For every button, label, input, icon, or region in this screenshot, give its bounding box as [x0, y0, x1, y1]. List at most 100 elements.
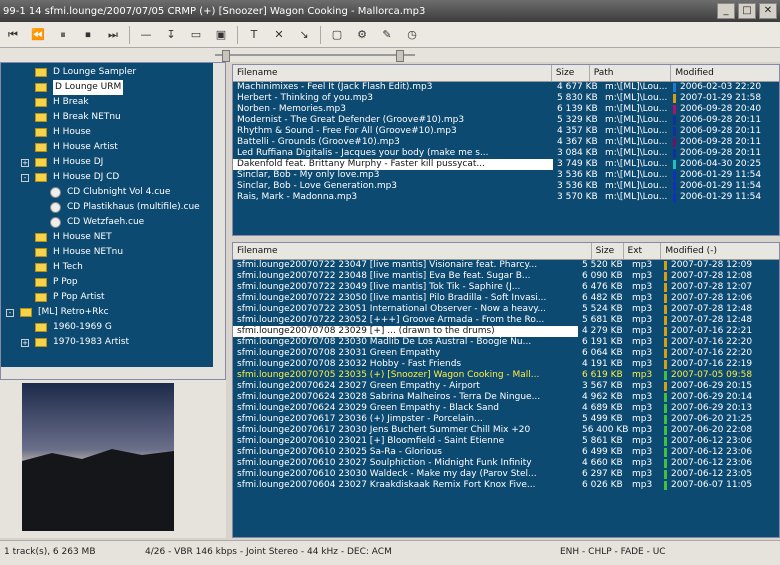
tree-item[interactable]: - H House DJ CD [1, 170, 225, 185]
frame-icon[interactable]: ▢ [328, 26, 346, 44]
tree-item[interactable]: H Break NETnu [1, 110, 225, 125]
tree-item[interactable]: H House [1, 125, 225, 140]
table-row[interactable]: Sinclar, Bob - Love Generation.mp3 3 536 … [233, 181, 779, 192]
table-row[interactable]: Norben - Memories.mp3 6 139 KB m:\[ML]\Lou… [233, 104, 779, 115]
table-row[interactable]: sfmi.lounge20070722 23048 [live mantis] … [233, 271, 779, 282]
table-row[interactable]: sfmi.lounge20070705 23035 (+) [Snoozer] … [233, 370, 779, 381]
table-row[interactable]: Rais, Mark - Madonna.mp3 3 570 KB m:\[ML]\… [233, 192, 779, 203]
size-cell: 5 524 KB [582, 304, 623, 314]
tools-icon[interactable]: ✎ [378, 26, 396, 44]
column-header-modified[interactable]: Modified (-) [661, 243, 779, 259]
column-header-ext[interactable]: Ext [624, 243, 662, 259]
column-header-size[interactable]: Size [592, 243, 624, 259]
tree-item[interactable]: +1970-1983 Artist [1, 335, 225, 350]
tree-item[interactable]: 1960-1969 G [1, 320, 225, 335]
ext-cell: mp3 [632, 447, 653, 457]
maximize-button[interactable]: □ [738, 3, 756, 19]
seek-thumb[interactable] [222, 50, 230, 62]
rewind-icon[interactable]: ⏪ [29, 26, 47, 44]
collapse-icon[interactable]: - [6, 308, 14, 317]
filter-icon[interactable]: ↧ [162, 26, 180, 44]
size-cell: 3 749 KB [557, 159, 598, 169]
text-icon[interactable]: T [245, 26, 263, 44]
column-header-size[interactable]: Size [552, 65, 590, 81]
table-row[interactable]: Rhythm & Sound - Free For All (Groove#10… [233, 126, 779, 137]
table-row[interactable]: sfmi.lounge20070708 23031 Green Empathy 6… [233, 348, 779, 359]
table-row[interactable]: Machinimixes - Feel It (Jack Flash Edit)… [233, 82, 779, 93]
table-row[interactable]: sfmi.lounge20070624 23029 Green Empathy … [233, 403, 779, 414]
expand-icon[interactable]: + [21, 338, 29, 347]
tree-item[interactable]: D Lounge URM [1, 80, 225, 95]
table-row[interactable]: sfmi.lounge20070722 23050 [live mantis] … [233, 293, 779, 304]
tree-item[interactable]: P Pop [1, 275, 225, 290]
volume-thumb[interactable] [396, 50, 404, 62]
table-row[interactable]: Sinclar, Bob - My only love.mp3 3 536 KB m… [233, 170, 779, 181]
table-row[interactable]: sfmi.lounge20070617 23036 (+) Jimpster -… [233, 414, 779, 425]
tree-item[interactable]: P Pop Artist [1, 290, 225, 305]
tree-vertical-scrollbar[interactable] [213, 63, 225, 379]
tree-item[interactable]: CD Plastikhaus (multifile).cue [1, 200, 225, 215]
size-cell: 6 482 KB [582, 293, 623, 303]
tree-item[interactable]: H House Artist [1, 140, 225, 155]
prev-track-icon[interactable]: ⏮ [4, 26, 22, 44]
table-row[interactable]: sfmi.lounge20070624 23027 Green Empathy … [233, 381, 779, 392]
tree-item[interactable]: CD Wetzfaeh.cue [1, 215, 225, 230]
table-row[interactable]: sfmi.lounge20070624 23028 Sabrina Malhei… [233, 392, 779, 403]
sort-icon[interactable]: ↘ [295, 26, 313, 44]
table-row[interactable]: sfmi.lounge20070722 23047 [live mantis] … [233, 260, 779, 271]
screen-icon[interactable]: ▣ [212, 26, 230, 44]
next-track-icon[interactable]: ⏭ [104, 26, 122, 44]
table-row[interactable]: sfmi.lounge20070722 23049 [live mantis] … [233, 282, 779, 293]
table-row[interactable]: sfmi.lounge20070610 23021 [+] Bloomfield… [233, 436, 779, 447]
filename-cell: Norben - Memories.mp3 [237, 104, 346, 114]
dash-icon[interactable]: — [137, 26, 155, 44]
table-row[interactable]: Herbert - Thinking of you.mp3 5 830 KB m:\… [233, 93, 779, 104]
table-row[interactable]: sfmi.lounge20070617 23030 Jens Buchert S… [233, 425, 779, 436]
ext-cell: mp3 [632, 326, 653, 336]
table-row[interactable]: sfmi.lounge20070708 23029 [+] ... (drawn… [233, 326, 779, 337]
table-row[interactable]: sfmi.lounge20070610 23030 Waldeck - Make… [233, 469, 779, 480]
filename-cell: sfmi.lounge20070708 23032 Hobby - Fast F… [237, 359, 462, 369]
ext-cell: mp3 [632, 304, 653, 314]
close-window-button[interactable]: ✕ [759, 3, 777, 19]
table-row[interactable]: sfmi.lounge20070604 23027 Kraakdiskaak R… [233, 480, 779, 491]
table-row[interactable]: sfmi.lounge20070722 23051 International … [233, 304, 779, 315]
table-row[interactable]: sfmi.lounge20070610 23027 Soulphiction -… [233, 458, 779, 469]
table-row[interactable]: Dakenfold feat. Brittany Murphy - Faster… [233, 159, 779, 170]
gear-icon[interactable]: ⚙ [353, 26, 371, 44]
folder-icon [35, 233, 47, 242]
collapse-icon[interactable]: - [21, 173, 29, 182]
clock-icon[interactable]: ◷ [403, 26, 421, 44]
table-row[interactable]: sfmi.lounge20070708 23032 Hobby - Fast F… [233, 359, 779, 370]
pause-icon[interactable]: ⏸ [54, 26, 72, 44]
table-row[interactable]: Modernist - The Great Defender (Groove#1… [233, 115, 779, 126]
window-icon[interactable]: ▭ [187, 26, 205, 44]
table-row[interactable]: sfmi.lounge20070722 23052 [+++] Groove A… [233, 315, 779, 326]
column-header-filename[interactable]: Filename [233, 65, 552, 81]
tree-item[interactable]: H Tech [1, 260, 225, 275]
table-row[interactable]: sfmi.lounge20070708 23030 Madlib De Los … [233, 337, 779, 348]
filename-cell: Machinimixes - Feel It (Jack Flash Edit)… [237, 82, 433, 92]
column-header-path[interactable]: Path [590, 65, 672, 81]
size-cell: 4 191 KB [582, 359, 623, 369]
seek-track[interactable] [215, 54, 415, 56]
tree-item[interactable]: + H House DJ [1, 155, 225, 170]
tree-item[interactable]: D Lounge Sampler [1, 65, 225, 80]
close-icon[interactable]: ✕ [270, 26, 288, 44]
table-row[interactable]: sfmi.lounge20070610 23025 Sa-Ra - Glorio… [233, 447, 779, 458]
column-header-modified[interactable]: Modified [671, 65, 779, 81]
tree-item[interactable]: H House NETnu [1, 245, 225, 260]
tree-item[interactable]: H Break [1, 95, 225, 110]
size-cell: 4 357 KB [557, 126, 598, 136]
minimize-button[interactable]: _ [717, 3, 735, 19]
column-header-filename[interactable]: Filename [233, 243, 592, 259]
tree-item[interactable]: - [ML] Retro+Rkc [1, 305, 225, 320]
expand-icon[interactable]: + [21, 158, 29, 167]
tree-item[interactable]: H House NET [1, 230, 225, 245]
tree-item[interactable]: CD Clubnight Vol 4.cue [1, 185, 225, 200]
tree-horizontal-scrollbar[interactable] [1, 367, 225, 379]
stop-icon[interactable]: ⏹ [79, 26, 97, 44]
table-row[interactable]: Led Ruffiana Digitalis - Jacques your bo… [233, 148, 779, 159]
table-row[interactable]: Battelli - Grounds (Groove#10).mp3 4 367 … [233, 137, 779, 148]
toolbar-separator [320, 25, 321, 44]
